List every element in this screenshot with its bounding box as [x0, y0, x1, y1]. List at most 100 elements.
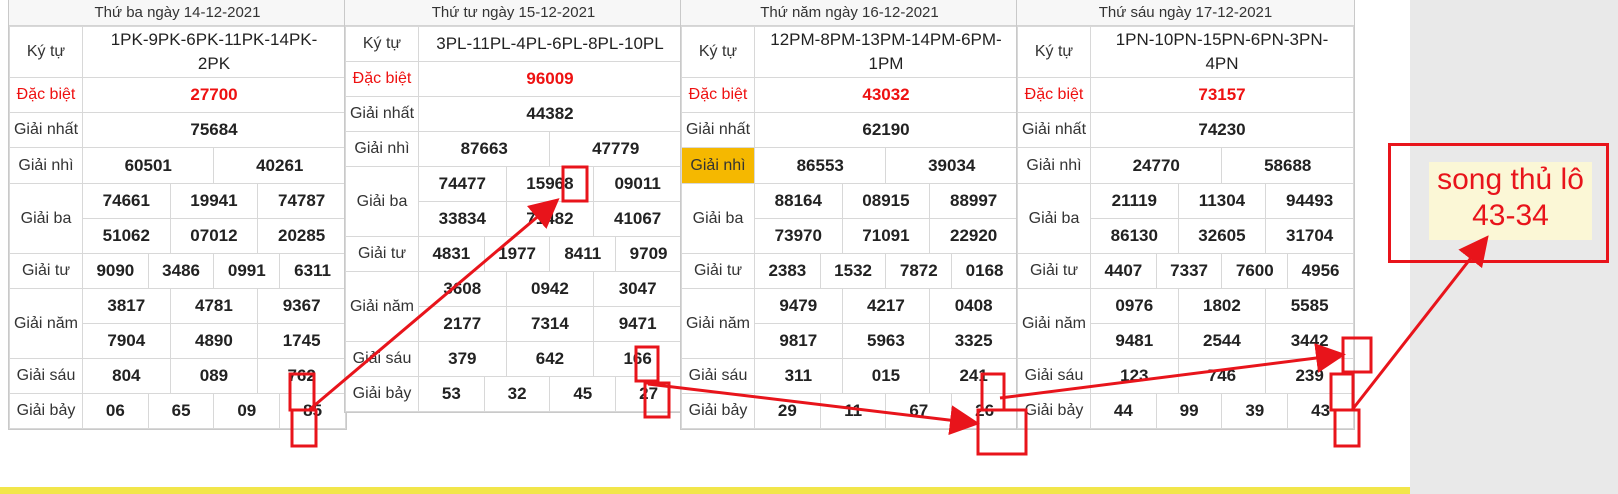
giai-tu-value: 1532 — [819, 253, 887, 289]
giai-nam-value: 3817 — [82, 288, 171, 324]
label-giai-tu: Giải tư — [1017, 253, 1091, 289]
dac-biet-value: 73157 — [1090, 77, 1354, 113]
label-ky-tu: Ký tự — [1017, 26, 1091, 78]
label-giai-ba: Giải ba — [681, 183, 755, 254]
label-giai-bay: Giải bảy — [1017, 393, 1091, 429]
card-title: Thứ năm ngày 16-12-2021 — [681, 0, 1018, 26]
giai-tu-value: 0168 — [951, 253, 1018, 289]
ky-tu-codes: 12PM-8PM-13PM-14PM-6PM- 1PM — [754, 26, 1018, 78]
result-table: Ký tự 1PK-9PK-6PK-11PK-14PK- 2PK Đặc biệ… — [9, 26, 346, 429]
giai-nhi-value: 60501 — [81, 147, 215, 184]
label-giai-tu: Giải tư — [681, 253, 755, 289]
giai-nhat-value: 74230 — [1090, 112, 1354, 148]
label-giai-ba: Giải ba — [9, 183, 83, 254]
giai-nhat-value: 44382 — [418, 96, 682, 132]
giai-ba-value: 41067 — [593, 201, 682, 237]
callout-line2: 43-34 — [1472, 199, 1549, 232]
label-giai-ba: Giải ba — [345, 166, 419, 237]
giai-sau-value: 762 — [257, 358, 346, 394]
giai-ba-value: 74477 — [418, 166, 507, 202]
giai-tu-value: 3486 — [147, 253, 215, 289]
giai-ba-value: 19941 — [169, 183, 259, 219]
giai-nam-value: 3325 — [929, 323, 1018, 359]
result-card-4: Thứ sáu ngày 17-12-2021 Ký tự 1PN-10PN-1… — [1016, 0, 1355, 430]
label-ky-tu: Ký tự — [9, 26, 83, 78]
giai-nam-value: 1745 — [257, 323, 346, 359]
giai-nhat-value: 75684 — [82, 112, 346, 148]
ky-tu-codes: 3PL-11PL-4PL-6PL-8PL-10PL — [418, 26, 682, 62]
giai-nam-value: 2177 — [418, 306, 507, 342]
giai-ba-value: 88164 — [754, 183, 843, 219]
yellow-banner-strip — [0, 487, 1410, 494]
giai-sau-value: 015 — [841, 358, 931, 394]
label-giai-bay: Giải bảy — [9, 393, 83, 429]
label-dac-biet: Đặc biệt — [345, 61, 419, 97]
label-giai-bay: Giải bảy — [681, 393, 755, 429]
giai-nam-value: 7314 — [505, 306, 595, 342]
giai-nhi-value: 39034 — [885, 147, 1018, 184]
giai-nam-value: 9479 — [754, 288, 843, 324]
giai-bay-value: 09 — [213, 393, 281, 429]
label-dac-biet: Đặc biệt — [9, 77, 83, 113]
result-card-1: Thứ ba ngày 14-12-2021 Ký tự 1PK-9PK-6PK… — [8, 0, 347, 430]
result-table: Ký tự 12PM-8PM-13PM-14PM-6PM- 1PM Đặc bi… — [681, 26, 1018, 429]
giai-ba-value: 51062 — [82, 218, 171, 254]
giai-bay-value: 67 — [885, 393, 953, 429]
result-table: Ký tự 1PN-10PN-15PN-6PN-3PN- 4PN Đặc biệ… — [1017, 26, 1354, 429]
giai-nam-value: 9481 — [1090, 323, 1179, 359]
giai-bay-value: 29 — [754, 393, 821, 429]
ky-tu-line1: 1PN-10PN-15PN-6PN-3PN- — [1115, 30, 1329, 49]
giai-nam-value: 2544 — [1177, 323, 1267, 359]
giai-bay-value: 85 — [279, 393, 346, 429]
giai-tu-value: 0991 — [213, 253, 281, 289]
giai-ba-value: 73970 — [754, 218, 843, 254]
giai-nam-value: 4781 — [169, 288, 259, 324]
ky-tu-codes: 1PN-10PN-15PN-6PN-3PN- 4PN — [1090, 26, 1354, 78]
ky-tu-line1: 12PM-8PM-13PM-14PM-6PM- — [770, 30, 1002, 49]
giai-tu-value: 7337 — [1155, 253, 1223, 289]
giai-nhi-value: 58688 — [1221, 147, 1354, 184]
giai-sau-value: 379 — [418, 341, 507, 377]
giai-sau-value: 239 — [1265, 358, 1354, 394]
label-giai-bay: Giải bảy — [345, 376, 419, 412]
card-title: Thứ sáu ngày 17-12-2021 — [1017, 0, 1354, 26]
giai-ba-value: 33834 — [418, 201, 507, 237]
ky-tu-line2: 2PK — [197, 54, 231, 73]
label-giai-nhat: Giải nhất — [1017, 112, 1091, 148]
label-giai-sau: Giải sáu — [681, 358, 755, 394]
ky-tu-line2: 1PM — [868, 54, 904, 73]
giai-tu-value: 8411 — [549, 236, 617, 272]
result-card-2: Thứ tư ngày 15-12-2021 Ký tự 3PL-11PL-4P… — [344, 0, 683, 413]
giai-ba-value: 88997 — [929, 183, 1018, 219]
label-ky-tu: Ký tự — [681, 26, 755, 78]
giai-sau-value: 089 — [169, 358, 259, 394]
giai-tu-value: 6311 — [279, 253, 346, 289]
giai-ba-value: 71091 — [841, 218, 931, 254]
giai-ba-value: 94493 — [1265, 183, 1354, 219]
giai-nam-value: 3442 — [1265, 323, 1354, 359]
giai-bay-value: 11 — [819, 393, 887, 429]
giai-nam-value: 3047 — [593, 271, 682, 307]
giai-sau-value: 804 — [82, 358, 171, 394]
card-title: Thứ ba ngày 14-12-2021 — [9, 0, 346, 26]
giai-ba-value: 20285 — [257, 218, 346, 254]
giai-bay-value: 32 — [483, 376, 551, 412]
dac-biet-value: 27700 — [82, 77, 346, 113]
giai-ba-value: 15968 — [505, 166, 595, 202]
giai-tu-value: 4831 — [418, 236, 485, 272]
callout-line1: song thủ lô — [1437, 163, 1584, 196]
giai-sau-value: 746 — [1177, 358, 1267, 394]
giai-nam-value: 7904 — [82, 323, 171, 359]
giai-nam-value: 5963 — [841, 323, 931, 359]
label-giai-nam: Giải năm — [345, 271, 419, 342]
giai-tu-value: 4956 — [1287, 253, 1354, 289]
giai-sau-value: 123 — [1090, 358, 1179, 394]
giai-sau-value: 166 — [593, 341, 682, 377]
giai-nam-value: 0976 — [1090, 288, 1179, 324]
giai-tu-value: 7872 — [885, 253, 953, 289]
giai-bay-value: 27 — [615, 376, 682, 412]
label-giai-nam: Giải năm — [1017, 288, 1091, 359]
giai-bay-value: 65 — [147, 393, 215, 429]
giai-bay-value: 43 — [1287, 393, 1354, 429]
label-giai-sau: Giải sáu — [1017, 358, 1091, 394]
